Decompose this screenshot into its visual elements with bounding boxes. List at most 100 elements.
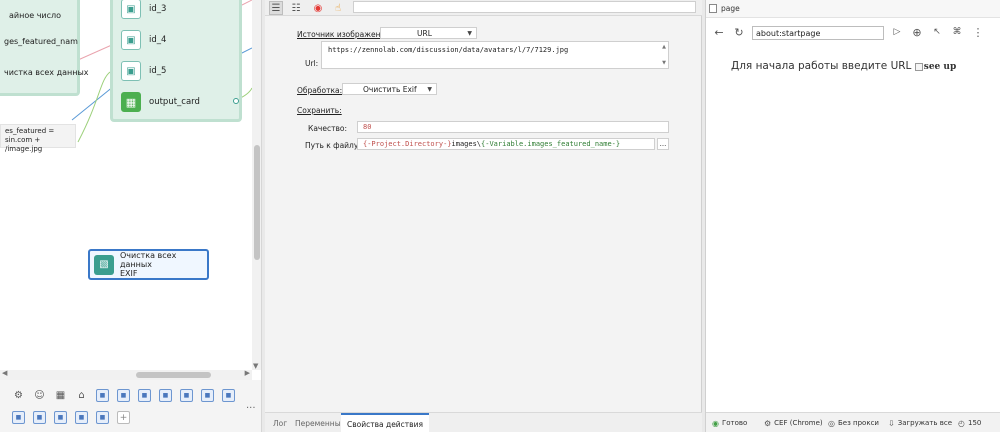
node-output-label: id_3 bbox=[149, 4, 167, 14]
document-icon[interactable]: ☷ bbox=[289, 1, 303, 15]
scroll-up-icon[interactable]: ▲ bbox=[662, 44, 666, 50]
scroll-down-icon[interactable]: ▼ bbox=[253, 362, 258, 370]
action-icon[interactable]: ■ bbox=[201, 389, 214, 402]
user-icon[interactable]: ☺ bbox=[33, 389, 46, 402]
status-load-text: Загружать все bbox=[897, 419, 953, 427]
action-icon[interactable]: ■ bbox=[96, 389, 109, 402]
output-port[interactable] bbox=[233, 98, 239, 104]
scroll-left-icon[interactable]: ◀ bbox=[2, 369, 7, 377]
action-icon[interactable]: ■ bbox=[159, 389, 172, 402]
variable-note[interactable]: es_featured = sin.com + /image.jpg bbox=[0, 124, 76, 153]
pointer-icon[interactable]: ☝ bbox=[331, 1, 345, 15]
canvas-horizontal-scrollbar[interactable]: ◀ ▶ bbox=[0, 369, 252, 380]
source-select[interactable]: URL ▼ bbox=[380, 27, 477, 39]
status-ready: ◉ Готово bbox=[712, 417, 747, 429]
browser-navbar: ← ↻ about:startpage ▷ ⊕ ↖ ⌘ ⋮ bbox=[706, 22, 1000, 44]
status-timer-text: 150 bbox=[967, 419, 982, 427]
image-icon: ▣ bbox=[121, 61, 141, 81]
selected-action-node[interactable]: ▧ Очистка всех данных EXIF bbox=[88, 249, 209, 280]
processing-select[interactable]: Очистить Exif ▼ bbox=[342, 83, 437, 95]
globe-icon: ◎ bbox=[828, 418, 835, 428]
gear-icon[interactable]: ⚙ bbox=[12, 389, 25, 402]
properties-view-icon[interactable]: ☰ bbox=[269, 1, 283, 15]
node-line: ges_featured_nam bbox=[4, 37, 78, 46]
actions-toolbox: ⚙ ☺ ▦ ⌂ ■ ■ ■ ■ ■ ■ ■ ■ ■ ■ ■ ■ + ... bbox=[0, 380, 262, 432]
action-icon[interactable]: ■ bbox=[33, 411, 46, 424]
start-message-text: Для начала работы введите URL bbox=[731, 60, 912, 72]
status-timer[interactable]: ◴ 150 bbox=[958, 417, 981, 429]
lock-icon[interactable]: ⌂ bbox=[75, 389, 88, 402]
scroll-right-icon[interactable]: ▶ bbox=[245, 369, 250, 377]
action-properties-panel: ☰ ☷ ◉ ☝ Источник изображения: URL ▼ Url:… bbox=[265, 0, 702, 432]
broken-image-icon bbox=[914, 62, 923, 71]
source-label: Источник изображения: bbox=[297, 30, 393, 39]
grid-icon[interactable]: ▦ bbox=[54, 389, 67, 402]
previous-action-node[interactable]: айное число ges_featured_nam чистка всех… bbox=[0, 0, 89, 96]
add-action-icon[interactable]: + bbox=[117, 411, 130, 424]
menu-icon[interactable]: ⋮ bbox=[971, 25, 985, 39]
source-select-value: URL bbox=[417, 28, 432, 38]
scroll-thumb[interactable] bbox=[136, 372, 211, 378]
project-canvas[interactable]: айное число ges_featured_nam чистка всех… bbox=[0, 0, 262, 380]
status-ready-text: Готово bbox=[721, 419, 748, 427]
connection-line bbox=[77, 71, 111, 143]
variable-note-line: es_featured = bbox=[5, 127, 55, 135]
reload-icon[interactable]: ↻ bbox=[732, 25, 746, 39]
node-output-id-5[interactable]: ▣ id_5 bbox=[121, 59, 166, 83]
status-proxy[interactable]: ◎ Без прокси bbox=[828, 417, 879, 429]
tab-action-properties[interactable]: Свойства действия bbox=[341, 413, 429, 432]
action-icon[interactable]: ■ bbox=[138, 389, 151, 402]
action-icon[interactable]: ■ bbox=[12, 411, 25, 424]
properties-toolbar: ☰ ☷ ◉ ☝ bbox=[265, 0, 702, 16]
action-icon[interactable]: ■ bbox=[96, 411, 109, 424]
variable-note-line: sin.com + /image.jpg bbox=[5, 136, 43, 153]
action-icon[interactable]: ■ bbox=[117, 389, 130, 402]
image-edit-icon: ▧ bbox=[94, 254, 114, 275]
browser-tab[interactable]: page bbox=[706, 0, 1000, 18]
node-output-id-3[interactable]: ▣ id_3 bbox=[121, 0, 166, 21]
record-icon[interactable]: ◉ bbox=[311, 1, 325, 15]
toolbar-input[interactable] bbox=[353, 1, 696, 13]
target-icon[interactable]: ⊕ bbox=[910, 25, 924, 39]
status-load[interactable]: ⇩ Загружать все bbox=[888, 417, 952, 429]
processing-select-value: Очистить Exif bbox=[363, 84, 417, 94]
node-output-card[interactable]: ▦ output_card bbox=[121, 90, 200, 114]
address-bar[interactable]: about:startpage bbox=[752, 26, 884, 40]
status-engine[interactable]: ⚙ CEF (Chrome) bbox=[764, 417, 823, 429]
start-message: Для начала работы введите URL see up bbox=[731, 60, 956, 72]
canvas-vertical-scrollbar[interactable]: ▼ bbox=[252, 0, 261, 370]
scroll-thumb[interactable] bbox=[254, 145, 260, 260]
action-icon[interactable]: ■ bbox=[75, 411, 88, 424]
selected-node-label: Очистка всех данных EXIF bbox=[120, 251, 207, 278]
switch-action-node[interactable]: ▣ id_3 ▣ id_4 ▣ id_5 ▦ output_card bbox=[110, 0, 242, 122]
play-icon[interactable]: ▷ bbox=[890, 25, 904, 39]
action-icon[interactable]: ■ bbox=[222, 389, 235, 402]
chevron-down-icon: ▼ bbox=[427, 85, 432, 93]
image-icon: ▣ bbox=[121, 0, 141, 19]
grid-icon: ▦ bbox=[121, 92, 141, 112]
url-label: Url: bbox=[305, 59, 319, 68]
browse-button[interactable]: ... bbox=[657, 138, 669, 150]
node-line: айное число bbox=[9, 11, 62, 20]
puzzle-icon[interactable]: ⌘ bbox=[950, 25, 964, 39]
broken-image: see up bbox=[914, 62, 956, 72]
browser-panel: page ← ↻ about:startpage ▷ ⊕ ↖ ⌘ ⋮ Для н… bbox=[705, 0, 1000, 432]
file-path-field[interactable]: {-Project.Directory-} images\ {-Variable… bbox=[357, 138, 655, 150]
back-icon[interactable]: ← bbox=[712, 25, 726, 39]
node-output-label: id_4 bbox=[149, 35, 167, 45]
browser-status-bar: ◉ Готово ⚙ CEF (Chrome) ◎ Без прокси ⇩ Загру… bbox=[706, 412, 1000, 432]
browser-tab-title: page bbox=[721, 4, 740, 13]
url-field-value: https://zennolab.com/discussion/data/ava… bbox=[328, 46, 569, 54]
connection-line bbox=[77, 43, 115, 61]
node-output-id-4[interactable]: ▣ id_4 bbox=[121, 28, 166, 52]
action-icon[interactable]: ■ bbox=[180, 389, 193, 402]
browser-viewport[interactable]: Для начала работы введите URL see up bbox=[706, 50, 1000, 410]
cursor-icon[interactable]: ↖ bbox=[930, 25, 944, 39]
node-output-label: output_card bbox=[149, 97, 200, 107]
more-icon[interactable]: ... bbox=[246, 400, 256, 411]
action-icon[interactable]: ■ bbox=[54, 411, 67, 424]
bottom-tabs: Лог Переменные Свойства действия bbox=[265, 412, 702, 432]
scroll-down-icon[interactable]: ▼ bbox=[662, 60, 666, 66]
quality-field[interactable]: 80 bbox=[357, 121, 669, 133]
url-field[interactable]: https://zennolab.com/discussion/data/ava… bbox=[321, 41, 669, 69]
